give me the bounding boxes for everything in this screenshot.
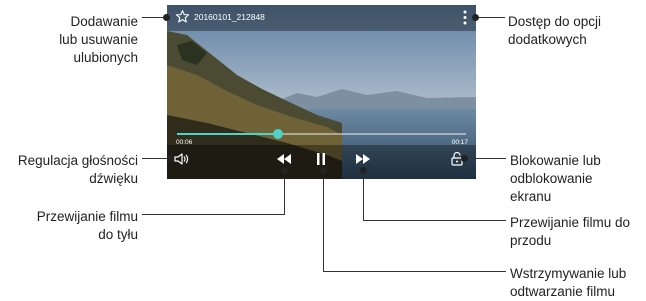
callout-forward: Przewijanie filmu do przodu <box>510 215 631 248</box>
anchor-more-options <box>472 14 479 21</box>
total-duration: 00:17 <box>451 139 468 146</box>
callout-rewind: Przewijanie filmu do tyłu <box>36 209 138 242</box>
anchor-pause <box>320 167 327 174</box>
leader-pause-v <box>323 170 324 272</box>
fast-forward-icon[interactable] <box>354 153 372 165</box>
anchor-rewind <box>281 167 288 174</box>
anchor-lock <box>461 155 468 162</box>
callout-pause: Wstrzymywanie lub odtwarzanie filmu <box>510 266 627 299</box>
video-player[interactable]: 20160101_212848 00:06 00:17 <box>167 5 476 179</box>
elapsed-time: 00:06 <box>176 139 193 146</box>
callout-volume: Regulacja głośności dźwięku <box>17 153 138 186</box>
callout-favorites: Dodawanie lub usuwanie ulubionych <box>59 14 138 65</box>
anchor-forward <box>360 167 367 174</box>
callout-more-options: Dostęp do opcji dodatkowych <box>508 14 602 47</box>
leader-rewind-h <box>142 214 285 215</box>
volume-icon[interactable] <box>174 153 190 165</box>
anchor-volume <box>167 155 174 162</box>
seek-bar[interactable] <box>177 129 466 139</box>
leader-more-options <box>475 17 505 18</box>
leader-volume <box>142 158 170 159</box>
callout-lock: Blokowanie lub odblokowanie ekranu <box>510 153 601 204</box>
star-icon[interactable] <box>175 9 190 24</box>
more-options-icon[interactable] <box>462 10 468 25</box>
rewind-icon[interactable] <box>275 153 293 165</box>
video-title: 20160101_212848 <box>194 12 265 22</box>
leader-forward-h <box>363 220 506 221</box>
seek-progress <box>177 133 279 135</box>
leader-pause-h <box>323 271 506 272</box>
pause-icon[interactable] <box>316 152 326 166</box>
anchor-favorites <box>163 14 170 21</box>
